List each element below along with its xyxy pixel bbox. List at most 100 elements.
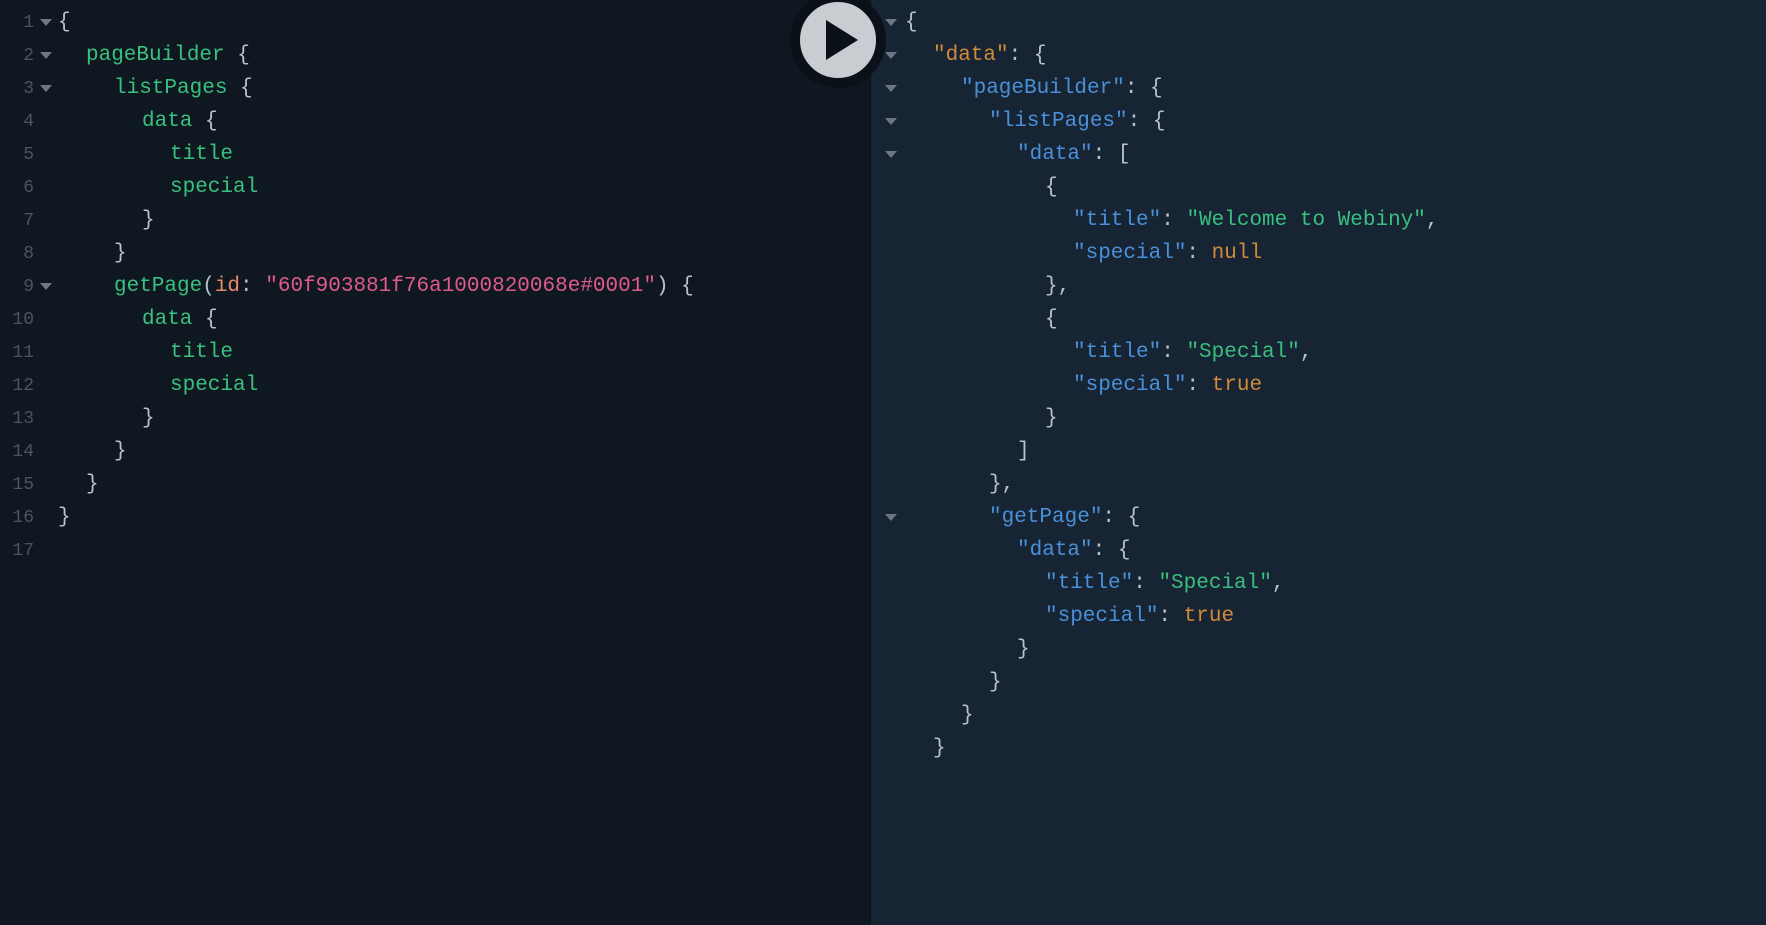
code-line[interactable]: { (58, 6, 870, 39)
gutter-line (871, 732, 905, 765)
gutter-line: 13 (0, 402, 58, 435)
code-line[interactable]: ] (905, 435, 1766, 468)
code-line[interactable]: "getPage": { (905, 501, 1766, 534)
line-number: 5 (12, 145, 34, 165)
code-line[interactable]: } (58, 204, 870, 237)
gutter-line: 9 (0, 270, 58, 303)
fold-toggle-icon[interactable] (885, 514, 897, 521)
code-line[interactable]: "listPages": { (905, 105, 1766, 138)
query-editor-pane: 1234567891011121314151617 {pageBuilder {… (0, 0, 870, 925)
code-line[interactable]: } (58, 237, 870, 270)
line-number: 16 (12, 508, 34, 528)
gutter-line (871, 171, 905, 204)
code-line[interactable]: "title": "Special", (905, 567, 1766, 600)
gutter-line (871, 534, 905, 567)
code-line[interactable]: "pageBuilder": { (905, 72, 1766, 105)
gutter-line: 4 (0, 105, 58, 138)
code-line[interactable]: } (905, 633, 1766, 666)
code-line[interactable]: } (905, 666, 1766, 699)
line-number: 7 (12, 211, 34, 231)
fold-toggle-icon[interactable] (40, 283, 52, 290)
fold-toggle-icon[interactable] (40, 19, 52, 26)
code-line[interactable]: } (905, 699, 1766, 732)
gutter-line (871, 402, 905, 435)
gutter-line (871, 303, 905, 336)
code-line[interactable]: } (905, 732, 1766, 765)
code-line[interactable]: title (58, 336, 870, 369)
query-code[interactable]: {pageBuilder {listPages {data {titlespec… (58, 0, 870, 925)
line-number: 2 (12, 46, 34, 66)
code-line[interactable]: data { (58, 105, 870, 138)
line-number: 8 (12, 244, 34, 264)
code-line[interactable]: title (58, 138, 870, 171)
gutter-line: 5 (0, 138, 58, 171)
play-icon (826, 20, 858, 60)
code-line[interactable]: }, (905, 468, 1766, 501)
gutter-line (871, 633, 905, 666)
code-line[interactable] (58, 534, 870, 567)
code-line[interactable]: "special": null (905, 237, 1766, 270)
gutter-line (871, 567, 905, 600)
gutter-line: 15 (0, 468, 58, 501)
line-number: 11 (12, 343, 34, 363)
code-line[interactable]: } (58, 435, 870, 468)
code-line[interactable]: } (58, 468, 870, 501)
fold-toggle-icon[interactable] (40, 52, 52, 59)
code-line[interactable]: { (905, 171, 1766, 204)
gutter-line (871, 237, 905, 270)
line-number: 12 (12, 376, 34, 396)
line-number: 13 (12, 409, 34, 429)
gutter-line (871, 336, 905, 369)
code-line[interactable]: special (58, 369, 870, 402)
gutter-line: 6 (0, 171, 58, 204)
gutter-line (871, 105, 905, 138)
gutter-line: 14 (0, 435, 58, 468)
code-line[interactable]: pageBuilder { (58, 39, 870, 72)
gutter-line: 3 (0, 72, 58, 105)
code-line[interactable]: "title": "Special", (905, 336, 1766, 369)
gutter-line (871, 435, 905, 468)
code-line[interactable]: } (58, 402, 870, 435)
code-line[interactable]: } (58, 501, 870, 534)
line-number: 15 (12, 475, 34, 495)
fold-toggle-icon[interactable] (885, 85, 897, 92)
code-line[interactable]: data { (58, 303, 870, 336)
line-number: 14 (12, 442, 34, 462)
code-line[interactable]: getPage(id: "60f903881f76a1000820068e#00… (58, 270, 870, 303)
code-line[interactable]: "special": true (905, 600, 1766, 633)
gutter-line (871, 138, 905, 171)
response-code[interactable]: {"data": {"pageBuilder": {"listPages": {… (905, 0, 1766, 925)
fold-toggle-icon[interactable] (885, 52, 897, 59)
line-number: 10 (12, 310, 34, 330)
code-line[interactable]: { (905, 6, 1766, 39)
code-line[interactable]: special (58, 171, 870, 204)
line-number: 9 (12, 277, 34, 297)
line-number: 4 (12, 112, 34, 132)
fold-toggle-icon[interactable] (40, 85, 52, 92)
gutter-line: 1 (0, 6, 58, 39)
fold-toggle-icon[interactable] (885, 151, 897, 158)
code-line[interactable]: listPages { (58, 72, 870, 105)
code-line[interactable]: }, (905, 270, 1766, 303)
response-viewer-pane: {"data": {"pageBuilder": {"listPages": {… (870, 0, 1766, 925)
gutter-line (871, 501, 905, 534)
code-line[interactable]: { (905, 303, 1766, 336)
gutter-line (871, 204, 905, 237)
fold-toggle-icon[interactable] (885, 19, 897, 26)
code-line[interactable]: "data": { (905, 534, 1766, 567)
code-line[interactable]: "title": "Welcome to Webiny", (905, 204, 1766, 237)
gutter-line: 16 (0, 501, 58, 534)
code-line[interactable]: } (905, 402, 1766, 435)
fold-toggle-icon[interactable] (885, 118, 897, 125)
graphql-playground: 1234567891011121314151617 {pageBuilder {… (0, 0, 1766, 925)
gutter-line (871, 468, 905, 501)
response-gutter (871, 0, 905, 925)
gutter-line (871, 699, 905, 732)
gutter-line: 7 (0, 204, 58, 237)
code-line[interactable]: "data": { (905, 39, 1766, 72)
query-gutter: 1234567891011121314151617 (0, 0, 58, 925)
code-line[interactable]: "special": true (905, 369, 1766, 402)
code-line[interactable]: "data": [ (905, 138, 1766, 171)
line-number: 17 (12, 541, 34, 561)
gutter-line (871, 369, 905, 402)
